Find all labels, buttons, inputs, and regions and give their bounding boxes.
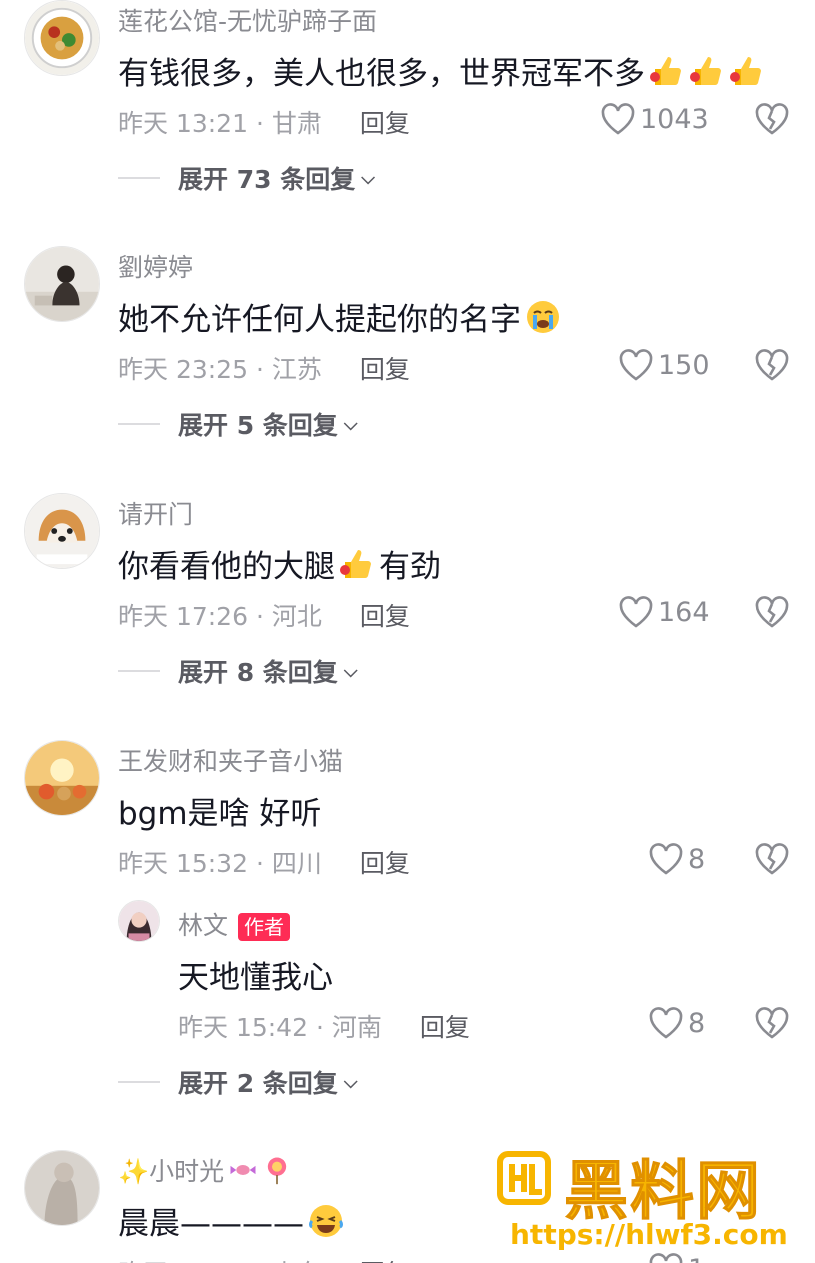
- comment-username[interactable]: 劉婷婷: [118, 248, 193, 284]
- reply-button[interactable]: 回复: [360, 844, 410, 880]
- chevron-down-icon: ⌵: [343, 660, 358, 682]
- laughing-face-icon: [309, 1204, 343, 1237]
- like-button[interactable]: 8: [648, 839, 705, 879]
- comment-username[interactable]: 请开门: [118, 495, 193, 531]
- comment-username[interactable]: 王发财和夹子音小猫: [118, 742, 343, 778]
- chevron-down-icon: ⌵: [343, 1071, 358, 1093]
- divider: [118, 670, 160, 672]
- heart-icon: [619, 596, 653, 628]
- reply-button[interactable]: 回复: [360, 350, 410, 386]
- like-count: 8: [688, 843, 706, 875]
- heart-icon: [619, 349, 653, 381]
- reply-avatar[interactable]: [118, 900, 160, 942]
- comment-meta: 昨天 15:32 · 四川 回复: [118, 844, 410, 880]
- expand-replies-button[interactable]: 展开 2 条回复 ⌵: [118, 1064, 357, 1100]
- heart-icon: [649, 843, 683, 875]
- watermark: 黑料网 https://hlwf3.com: [494, 1140, 809, 1255]
- broken-heart-icon[interactable]: [754, 348, 790, 382]
- reply-meta: 昨天 15:42 · 河南 回复: [178, 1008, 470, 1044]
- reply-button[interactable]: 回复: [360, 1254, 410, 1263]
- watermark-logo-icon: [497, 1151, 551, 1205]
- like-count: 8: [688, 1007, 706, 1039]
- comment-text: 晨晨————: [118, 1198, 344, 1243]
- reply-text: 天地懂我心: [178, 960, 333, 996]
- comment-text: 她不允许任何人提起你的名字: [118, 294, 561, 339]
- avatar[interactable]: [24, 1150, 100, 1226]
- heart-icon: [649, 1007, 683, 1039]
- divider: [118, 423, 160, 425]
- heart-icon: [601, 103, 635, 135]
- reply-button[interactable]: 回复: [360, 597, 410, 633]
- comment-meta: 昨天 17:26 · 河北 回复: [118, 597, 410, 633]
- avatar[interactable]: [24, 740, 100, 816]
- comment-text: 你看看他的大腿 有劲: [118, 541, 441, 586]
- broken-heart-icon[interactable]: [754, 842, 790, 876]
- comment-meta: 昨天 23:25 · 江苏 回复: [118, 350, 410, 386]
- divider: [118, 177, 160, 179]
- crying-face-icon: [527, 300, 559, 333]
- broken-heart-icon[interactable]: [754, 595, 790, 629]
- comment-text: bgm是啥 好听: [118, 796, 322, 832]
- like-button[interactable]: 1043: [600, 99, 709, 139]
- divider: [118, 1081, 160, 1083]
- comment-username[interactable]: ✨小时光: [118, 1152, 292, 1188]
- like-button[interactable]: 8: [648, 1003, 705, 1043]
- thumbs-up-icon: [340, 549, 371, 578]
- lollipop-icon: [267, 1157, 287, 1185]
- reply-button[interactable]: 回复: [420, 1008, 470, 1044]
- like-button[interactable]: 150: [618, 345, 710, 385]
- avatar[interactable]: [24, 0, 100, 76]
- expand-replies-button[interactable]: 展开 8 条回复 ⌵: [118, 653, 357, 689]
- comment-meta: 昨天 13:21 · 甘肃 回复: [118, 104, 410, 140]
- thumbs-up-icon: [690, 56, 721, 85]
- broken-heart-icon[interactable]: [754, 1006, 790, 1040]
- like-count: 1043: [640, 103, 709, 135]
- expand-replies-button[interactable]: 展开 5 条回复 ⌵: [118, 406, 357, 442]
- watermark-url: https://hlwf3.com: [510, 1218, 788, 1251]
- like-count: 150: [658, 349, 710, 381]
- comment-meta: 昨天 20:50 · 山东 回复: [118, 1254, 410, 1263]
- broken-heart-icon[interactable]: [754, 102, 790, 136]
- candy-icon: [230, 1165, 256, 1175]
- thumbs-up-icon: [730, 56, 761, 85]
- like-count: 164: [658, 596, 710, 628]
- chevron-down-icon: ⌵: [361, 167, 375, 189]
- avatar[interactable]: [24, 493, 100, 569]
- reply-button[interactable]: 回复: [360, 104, 410, 140]
- like-button[interactable]: 164: [618, 592, 710, 632]
- comment-text: 有钱很多，美人也很多，世界冠军不多: [118, 48, 765, 93]
- thumbs-up-icon: [650, 56, 681, 85]
- comment-username[interactable]: 莲花公馆-无忧驴蹄子面: [118, 2, 377, 38]
- reply-username[interactable]: 林文 作者: [178, 906, 291, 942]
- expand-replies-button[interactable]: 展开 73 条回复 ⌵: [118, 160, 375, 196]
- chevron-down-icon: ⌵: [343, 413, 358, 435]
- author-badge: 作者: [238, 913, 291, 941]
- avatar[interactable]: [24, 246, 100, 322]
